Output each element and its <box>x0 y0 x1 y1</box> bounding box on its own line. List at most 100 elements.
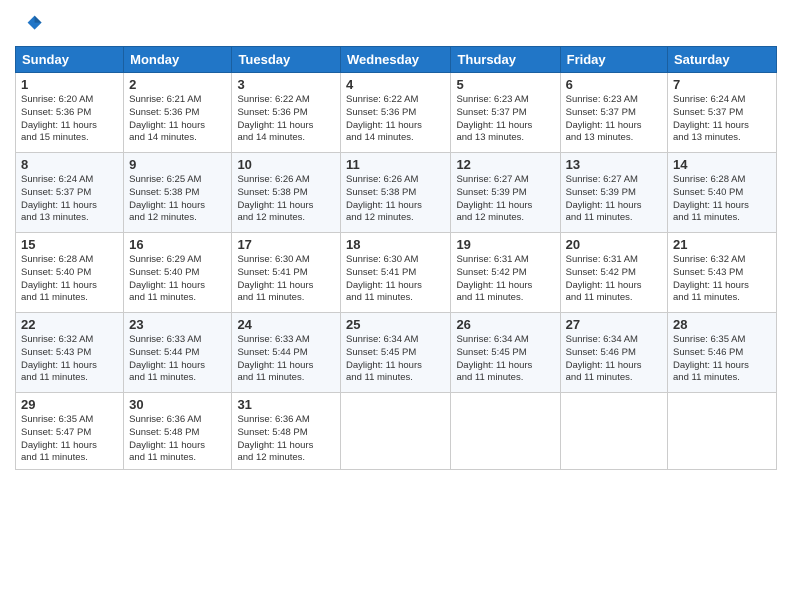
day-number: 11 <box>346 157 445 172</box>
calendar-day-cell: 1 Sunrise: 6:20 AM Sunset: 5:36 PM Daylig… <box>16 73 124 153</box>
weekday-header-tuesday: Tuesday <box>232 47 341 73</box>
calendar-day-cell: 16 Sunrise: 6:29 AM Sunset: 5:40 PM Dayli… <box>124 233 232 313</box>
weekday-header-sunday: Sunday <box>16 47 124 73</box>
day-info: Sunrise: 6:22 AM Sunset: 5:36 PM Dayligh… <box>346 94 445 145</box>
day-number: 25 <box>346 317 445 332</box>
logo-icon <box>15 10 43 38</box>
day-info: Sunrise: 6:25 AM Sunset: 5:38 PM Dayligh… <box>129 174 226 225</box>
day-number: 24 <box>237 317 335 332</box>
day-info: Sunrise: 6:24 AM Sunset: 5:37 PM Dayligh… <box>673 94 771 145</box>
day-info: Sunrise: 6:36 AM Sunset: 5:48 PM Dayligh… <box>129 414 226 465</box>
day-info: Sunrise: 6:29 AM Sunset: 5:40 PM Dayligh… <box>129 254 226 305</box>
day-info: Sunrise: 6:30 AM Sunset: 5:41 PM Dayligh… <box>237 254 335 305</box>
weekday-header-row: SundayMondayTuesdayWednesdayThursdayFrid… <box>16 47 777 73</box>
calendar-day-cell: 29 Sunrise: 6:35 AM Sunset: 5:47 PM Dayli… <box>16 393 124 470</box>
calendar-week-row: 15 Sunrise: 6:28 AM Sunset: 5:40 PM Dayli… <box>16 233 777 313</box>
calendar-day-cell: 21 Sunrise: 6:32 AM Sunset: 5:43 PM Dayli… <box>668 233 777 313</box>
calendar-day-cell: 11 Sunrise: 6:26 AM Sunset: 5:38 PM Dayli… <box>341 153 451 233</box>
day-number: 10 <box>237 157 335 172</box>
calendar-day-cell: 18 Sunrise: 6:30 AM Sunset: 5:41 PM Dayli… <box>341 233 451 313</box>
calendar-day-cell: 30Sunrise: 6:36 AM Sunset: 5:48 PM Dayli… <box>124 393 232 470</box>
day-info: Sunrise: 6:28 AM Sunset: 5:40 PM Dayligh… <box>673 174 771 225</box>
calendar-week-row: 8Sunrise: 6:24 AM Sunset: 5:37 PM Daylig… <box>16 153 777 233</box>
day-info: Sunrise: 6:28 AM Sunset: 5:40 PM Dayligh… <box>21 254 118 305</box>
day-info: Sunrise: 6:24 AM Sunset: 5:37 PM Dayligh… <box>21 174 118 225</box>
day-number: 21 <box>673 237 771 252</box>
day-number: 18 <box>346 237 445 252</box>
day-number: 15 <box>21 237 118 252</box>
empty-cell <box>341 393 451 470</box>
calendar-day-cell: 24 Sunrise: 6:33 AM Sunset: 5:44 PM Dayli… <box>232 313 341 393</box>
calendar-day-cell: 2 Sunrise: 6:21 AM Sunset: 5:36 PM Daylig… <box>124 73 232 153</box>
day-info: Sunrise: 6:21 AM Sunset: 5:36 PM Dayligh… <box>129 94 226 145</box>
calendar-week-row: 22Sunrise: 6:32 AM Sunset: 5:43 PM Dayli… <box>16 313 777 393</box>
logo <box>15 10 47 38</box>
weekday-header-monday: Monday <box>124 47 232 73</box>
calendar-day-cell: 13 Sunrise: 6:27 AM Sunset: 5:39 PM Dayli… <box>560 153 667 233</box>
weekday-header-friday: Friday <box>560 47 667 73</box>
calendar-day-cell: 15 Sunrise: 6:28 AM Sunset: 5:40 PM Dayli… <box>16 233 124 313</box>
day-number: 31 <box>237 397 335 412</box>
day-info: Sunrise: 6:31 AM Sunset: 5:42 PM Dayligh… <box>566 254 662 305</box>
day-info: Sunrise: 6:32 AM Sunset: 5:43 PM Dayligh… <box>21 334 118 385</box>
day-info: Sunrise: 6:26 AM Sunset: 5:38 PM Dayligh… <box>346 174 445 225</box>
day-number: 13 <box>566 157 662 172</box>
header <box>15 10 777 38</box>
empty-cell <box>668 393 777 470</box>
calendar-day-cell: 25 Sunrise: 6:34 AM Sunset: 5:45 PM Dayli… <box>341 313 451 393</box>
day-info: Sunrise: 6:30 AM Sunset: 5:41 PM Dayligh… <box>346 254 445 305</box>
calendar-day-cell: 23Sunrise: 6:33 AM Sunset: 5:44 PM Dayli… <box>124 313 232 393</box>
empty-cell <box>560 393 667 470</box>
day-info: Sunrise: 6:35 AM Sunset: 5:47 PM Dayligh… <box>21 414 118 465</box>
day-number: 1 <box>21 77 118 92</box>
weekday-header-saturday: Saturday <box>668 47 777 73</box>
calendar-day-cell: 19 Sunrise: 6:31 AM Sunset: 5:42 PM Dayli… <box>451 233 560 313</box>
day-info: Sunrise: 6:34 AM Sunset: 5:45 PM Dayligh… <box>346 334 445 385</box>
calendar-day-cell: 28Sunrise: 6:35 AM Sunset: 5:46 PM Dayli… <box>668 313 777 393</box>
calendar-day-cell: 31 Sunrise: 6:36 AM Sunset: 5:48 PM Dayli… <box>232 393 341 470</box>
day-info: Sunrise: 6:33 AM Sunset: 5:44 PM Dayligh… <box>237 334 335 385</box>
day-info: Sunrise: 6:34 AM Sunset: 5:46 PM Dayligh… <box>566 334 662 385</box>
weekday-header-thursday: Thursday <box>451 47 560 73</box>
calendar-day-cell: 12Sunrise: 6:27 AM Sunset: 5:39 PM Dayli… <box>451 153 560 233</box>
day-number: 20 <box>566 237 662 252</box>
calendar-day-cell: 8Sunrise: 6:24 AM Sunset: 5:37 PM Daylig… <box>16 153 124 233</box>
calendar-day-cell: 26Sunrise: 6:34 AM Sunset: 5:45 PM Dayli… <box>451 313 560 393</box>
calendar-day-cell: 20 Sunrise: 6:31 AM Sunset: 5:42 PM Dayli… <box>560 233 667 313</box>
day-number: 7 <box>673 77 771 92</box>
day-info: Sunrise: 6:27 AM Sunset: 5:39 PM Dayligh… <box>456 174 554 225</box>
day-number: 3 <box>237 77 335 92</box>
calendar-day-cell: 22Sunrise: 6:32 AM Sunset: 5:43 PM Dayli… <box>16 313 124 393</box>
calendar-day-cell: 14 Sunrise: 6:28 AM Sunset: 5:40 PM Dayli… <box>668 153 777 233</box>
day-info: Sunrise: 6:36 AM Sunset: 5:48 PM Dayligh… <box>237 414 335 465</box>
day-number: 26 <box>456 317 554 332</box>
day-number: 4 <box>346 77 445 92</box>
day-number: 2 <box>129 77 226 92</box>
calendar-day-cell: 6 Sunrise: 6:23 AM Sunset: 5:37 PM Daylig… <box>560 73 667 153</box>
day-number: 16 <box>129 237 226 252</box>
day-number: 29 <box>21 397 118 412</box>
day-info: Sunrise: 6:33 AM Sunset: 5:44 PM Dayligh… <box>129 334 226 385</box>
day-number: 19 <box>456 237 554 252</box>
day-info: Sunrise: 6:22 AM Sunset: 5:36 PM Dayligh… <box>237 94 335 145</box>
calendar-day-cell: 7 Sunrise: 6:24 AM Sunset: 5:37 PM Daylig… <box>668 73 777 153</box>
day-info: Sunrise: 6:23 AM Sunset: 5:37 PM Dayligh… <box>566 94 662 145</box>
day-number: 17 <box>237 237 335 252</box>
calendar-week-row: 1 Sunrise: 6:20 AM Sunset: 5:36 PM Daylig… <box>16 73 777 153</box>
calendar-day-cell: 3 Sunrise: 6:22 AM Sunset: 5:36 PM Daylig… <box>232 73 341 153</box>
day-number: 14 <box>673 157 771 172</box>
weekday-header-wednesday: Wednesday <box>341 47 451 73</box>
day-info: Sunrise: 6:20 AM Sunset: 5:36 PM Dayligh… <box>21 94 118 145</box>
calendar-day-cell: 17 Sunrise: 6:30 AM Sunset: 5:41 PM Dayli… <box>232 233 341 313</box>
calendar-table: SundayMondayTuesdayWednesdayThursdayFrid… <box>15 46 777 470</box>
day-info: Sunrise: 6:27 AM Sunset: 5:39 PM Dayligh… <box>566 174 662 225</box>
day-number: 27 <box>566 317 662 332</box>
day-number: 9 <box>129 157 226 172</box>
day-number: 6 <box>566 77 662 92</box>
day-info: Sunrise: 6:31 AM Sunset: 5:42 PM Dayligh… <box>456 254 554 305</box>
calendar-day-cell: 10 Sunrise: 6:26 AM Sunset: 5:38 PM Dayli… <box>232 153 341 233</box>
day-info: Sunrise: 6:26 AM Sunset: 5:38 PM Dayligh… <box>237 174 335 225</box>
day-info: Sunrise: 6:35 AM Sunset: 5:46 PM Dayligh… <box>673 334 771 385</box>
day-info: Sunrise: 6:32 AM Sunset: 5:43 PM Dayligh… <box>673 254 771 305</box>
empty-cell <box>451 393 560 470</box>
